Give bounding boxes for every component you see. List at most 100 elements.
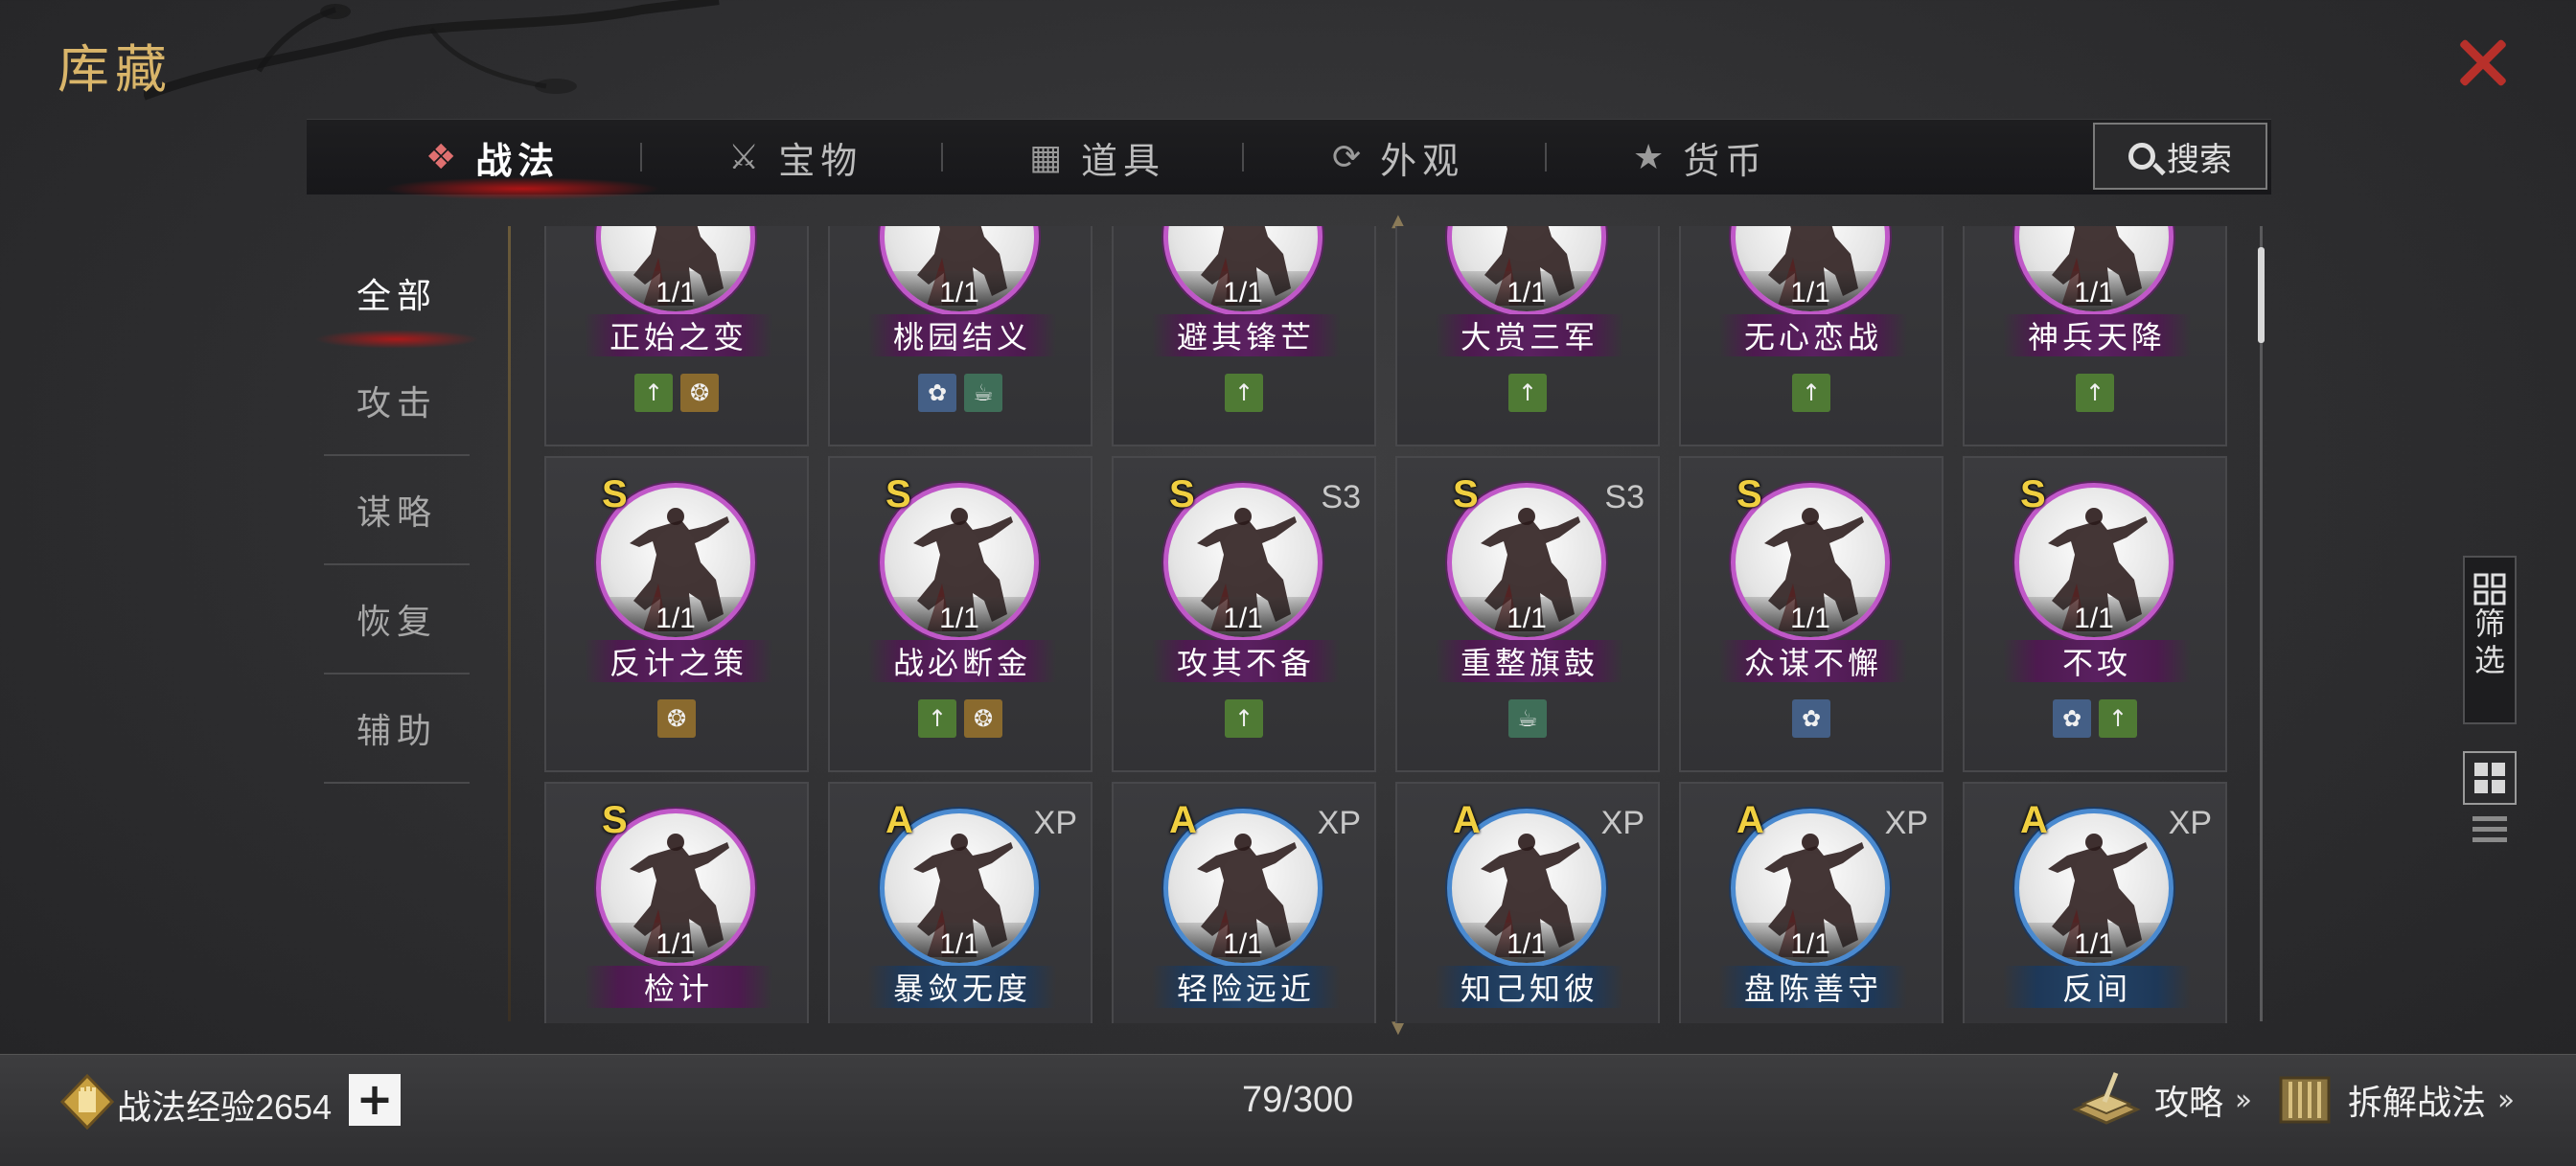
tactic-card[interactable]: S 1/1 不攻 ✿ ↑ [1963, 456, 2227, 772]
tactic-name: 桃园结义 [868, 314, 1056, 356]
tactic-card[interactable]: A XP 1/1 暴敛无度 [828, 782, 1092, 1023]
general-portrait: 1/1 [880, 226, 1039, 316]
money-bag-icon: ★ [1633, 137, 1670, 177]
tactic-name: 正始之变 [585, 314, 772, 356]
tab-currency[interactable]: ★ 货币 [1633, 120, 1767, 194]
tactic-name: 神兵天降 [2003, 314, 2191, 356]
tactic-card[interactable]: A XP 1/1 盘陈善守 [1679, 782, 1944, 1023]
tactic-trait-badges: ↑ ❂ [546, 374, 807, 412]
grade-badge: S [886, 473, 911, 515]
general-portrait: 1/1 [2014, 226, 2174, 316]
tactic-name: 盘陈善守 [1719, 966, 1907, 1008]
owned-count: 1/1 [1790, 277, 1830, 309]
tab-tactics[interactable]: ❖ 战法 [426, 120, 560, 194]
tactic-card[interactable]: SS21/1桃园结义✿☕ [828, 226, 1092, 446]
tactic-card[interactable]: S1/1无心恋战↑ [1679, 226, 1944, 446]
helmet-icon: ❂ [964, 699, 1002, 738]
dismantle-label: 拆解战法 [2348, 1084, 2487, 1123]
tactic-card[interactable]: S S3 1/1 攻其不备 ↑ [1112, 456, 1376, 772]
sidebar-item-recovery[interactable]: 恢复 [324, 565, 470, 674]
search-button[interactable]: 搜索 [2093, 123, 2267, 190]
list-view-icon-line [2472, 816, 2507, 821]
attack-up-icon: ↑ [1792, 374, 1830, 412]
treasure-icon: ⚔ [728, 137, 766, 177]
grade-badge: S [1453, 473, 1479, 515]
scrollbar-track[interactable] [2260, 226, 2263, 1021]
tactic-card[interactable]: S1/1神兵天降↑ [1963, 226, 2227, 446]
general-portrait: 1/1 [1447, 226, 1606, 316]
sidebar-item-strategy[interactable]: 谋略 [324, 456, 470, 565]
scrollbar-thumb[interactable] [2258, 247, 2265, 343]
filter-grid-icon [2473, 573, 2506, 606]
season-tag: S3 [1321, 479, 1361, 515]
tactic-card[interactable]: A XP 1/1 轻险远近 [1112, 782, 1376, 1023]
general-portrait: 1/1 [1731, 226, 1890, 316]
owned-count: 1/1 [1790, 928, 1830, 960]
tactic-name: 避其锋芒 [1152, 314, 1340, 356]
tactic-card[interactable]: S 1/1 反计之策 ❂ [544, 456, 809, 772]
owned-count: 1/1 [939, 603, 979, 634]
tactic-trait-badges: ↑ [1397, 374, 1658, 412]
season-tag: XP [1600, 805, 1644, 841]
attack-up-icon: ↑ [2099, 699, 2137, 738]
tactic-card[interactable]: S1/1大赏三军↑ [1395, 226, 1660, 446]
tactic-name: 重整旗鼓 [1436, 640, 1623, 682]
grid-view-button[interactable] [2463, 751, 2517, 805]
tab-treasures[interactable]: ⚔ 宝物 [728, 120, 862, 194]
grid-view-icon [2474, 763, 2505, 793]
tactic-name: 战必断金 [868, 640, 1056, 682]
dismantle-tactics-button[interactable]: 拆解战法 ›› [2273, 1066, 2515, 1133]
tactic-card[interactable]: S 1/1 检计 [544, 782, 809, 1023]
owned-count: 1/1 [939, 928, 979, 960]
sidebar-item-all[interactable]: 全部 [314, 240, 479, 349]
list-view-icon-line [2472, 827, 2507, 832]
tactic-card[interactable]: SS21/1正始之变↑❂ [544, 226, 809, 446]
guide-button[interactable]: 攻略 ›› [2070, 1066, 2252, 1133]
close-button[interactable] [2450, 29, 2517, 96]
tactic-card[interactable]: A XP 1/1 反间 [1963, 782, 2227, 1023]
owned-count: 1/1 [2074, 928, 2114, 960]
owned-count: 1/1 [656, 277, 696, 309]
inventory-count: 79/300 [1242, 1080, 1354, 1120]
grade-badge: A [1453, 799, 1481, 841]
bottom-bar: 战法经验2654 + 79/300 攻略 ›› 拆解战法 ›› [0, 1054, 2576, 1166]
tactic-trait-badges: ✿ ☕ [830, 374, 1091, 412]
appearance-icon: ⟳ [1332, 137, 1368, 177]
tab-label: 货币 [1683, 139, 1768, 182]
tactic-name: 轻险远近 [1152, 966, 1340, 1008]
scroll-bundle-icon: ❖ [426, 137, 463, 177]
sidebar-item-attack[interactable]: 攻击 [324, 347, 470, 456]
tab-appearance[interactable]: ⟳ 外观 [1332, 120, 1464, 194]
sidebar-divider [508, 226, 511, 1021]
recovery-icon: ☕ [1508, 699, 1547, 738]
strategy-icon: ✿ [1792, 699, 1830, 738]
tactic-card[interactable]: A XP 1/1 知己知彼 [1395, 782, 1660, 1023]
list-view-button[interactable] [2472, 816, 2507, 855]
helmet-icon: ❂ [657, 699, 696, 738]
tactic-card[interactable]: S 1/1 战必断金 ↑ ❂ [828, 456, 1092, 772]
tactic-trait-badges: ✿ ↑ [1965, 699, 2225, 738]
tactic-trait-badges: ✿ [1681, 699, 1942, 738]
add-exp-button[interactable]: + [349, 1074, 401, 1126]
owned-count: 1/1 [1223, 928, 1263, 960]
search-icon [2128, 143, 2155, 170]
tactic-card[interactable]: S 1/1 众谋不懈 ✿ [1679, 456, 1944, 772]
tactic-name: 大赏三军 [1436, 314, 1623, 356]
dismantle-scroll-icon [2279, 1076, 2331, 1124]
tab-divider [941, 143, 943, 171]
tactic-card[interactable]: S1/1避其锋芒↑ [1112, 226, 1376, 446]
owned-count: 1/1 [2074, 277, 2114, 309]
grade-badge: S [1736, 473, 1762, 515]
tab-items[interactable]: ▦ 道具 [1029, 120, 1165, 194]
double-chevron-right-icon: ›› [2235, 1083, 2252, 1117]
guide-book-icon [2072, 1072, 2141, 1125]
page-title: 库藏 [58, 39, 172, 100]
sidebar-item-support[interactable]: 辅助 [324, 674, 470, 784]
attack-up-icon: ↑ [1508, 374, 1547, 412]
tactic-exp-value: 战法经验2654 [117, 1087, 333, 1127]
filter-button[interactable]: 筛选 [2463, 556, 2517, 724]
tactic-card[interactable]: S S3 1/1 重整旗鼓 ☕ [1395, 456, 1660, 772]
grade-badge: S [1169, 473, 1195, 515]
attack-up-icon: ↑ [918, 699, 956, 738]
tactics-grid-viewport: SS21/1正始之变↑❂SS21/1桃园结义✿☕S1/1避其锋芒↑S1/1大赏三… [537, 226, 2233, 1023]
